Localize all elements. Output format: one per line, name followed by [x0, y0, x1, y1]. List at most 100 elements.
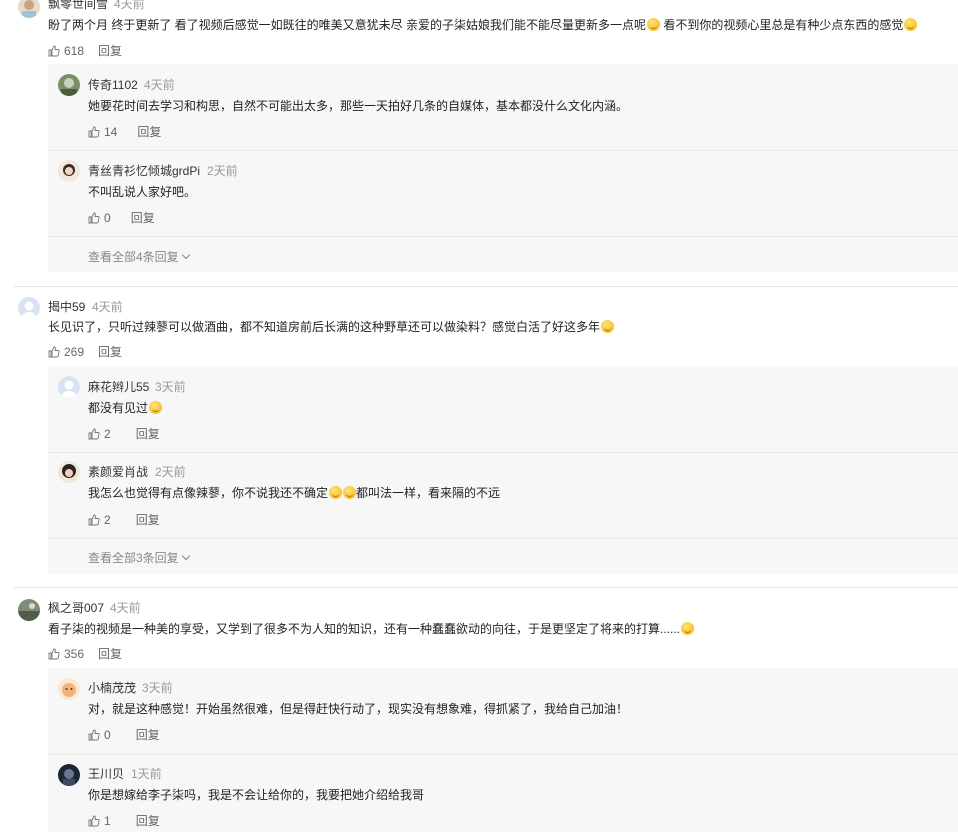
avatar[interactable]	[58, 160, 80, 182]
like-count: 1	[104, 813, 111, 828]
reply-username[interactable]: 素颜爱肖战	[88, 463, 148, 480]
reply-button[interactable]: 回复	[136, 425, 160, 442]
divider	[14, 286, 958, 287]
thumbs-up-icon	[88, 428, 100, 439]
reply-username[interactable]: 传奇1102	[88, 76, 138, 93]
reply-text: 我怎么也觉得有点像辣蓼，你不说我还不确定 都叫法一样，看来隔的不远	[88, 486, 501, 500]
reply-username[interactable]: 小楠茂茂	[88, 679, 136, 696]
like-count: 2	[104, 512, 111, 527]
thumbs-up-icon	[88, 126, 100, 137]
reply-time: 2天前	[155, 465, 186, 479]
avatar[interactable]	[58, 764, 80, 786]
like-button[interactable]: 0	[88, 728, 111, 742]
thumbs-up-icon	[48, 346, 60, 357]
like-button[interactable]: 356	[48, 647, 84, 661]
view-all-replies-link[interactable]: 查看全部3条回复	[88, 549, 190, 566]
like-button[interactable]: 2	[88, 513, 111, 527]
reply-actions: 14 回复	[88, 123, 161, 140]
like-button[interactable]: 14	[88, 125, 117, 139]
divider	[14, 587, 958, 588]
avatar[interactable]	[58, 74, 80, 96]
avatar[interactable]	[58, 376, 80, 398]
like-count: 2	[104, 426, 111, 441]
comment-username[interactable]: 飘零世间雪	[48, 0, 108, 12]
divider	[48, 452, 958, 453]
like-button[interactable]: 618	[48, 44, 84, 58]
reply-button[interactable]: 回复	[136, 511, 160, 528]
comment-username[interactable]: 揭中59	[48, 298, 85, 315]
reply-time: 3天前	[142, 681, 173, 695]
reply-actions: 0 回复	[88, 726, 160, 743]
chevron-down-icon	[181, 250, 190, 260]
reply-time: 1天前	[131, 767, 162, 781]
avatar[interactable]	[58, 461, 80, 483]
thumbs-up-icon	[48, 648, 60, 659]
divider	[48, 538, 958, 539]
avatar[interactable]	[18, 297, 40, 319]
reply-button[interactable]: 回复	[136, 726, 160, 743]
like-count: 0	[104, 210, 111, 225]
avatar[interactable]	[18, 0, 40, 18]
reply-button[interactable]: 回复	[98, 645, 122, 662]
thumbs-up-icon	[88, 212, 100, 223]
laugh-emoji-icon	[601, 320, 615, 333]
like-count: 269	[64, 344, 85, 359]
chevron-down-icon	[181, 551, 190, 561]
thumbs-up-icon	[48, 45, 60, 56]
comment-text: 盼了两个月 终于更新了 看了视频后感觉一如既往的唯美又意犹未尽 亲爱的子柒姑娘我…	[48, 17, 918, 33]
reply-time: 4天前	[144, 78, 175, 92]
reply-button[interactable]: 回复	[98, 343, 122, 360]
avatar[interactable]	[18, 599, 40, 621]
divider	[48, 236, 958, 237]
reply-actions: 0 回复	[88, 209, 155, 226]
thumbs-up-icon	[88, 514, 100, 525]
view-all-replies-link[interactable]: 查看全部4条回复	[88, 248, 190, 265]
laugh-emoji-icon	[647, 18, 661, 31]
reply-button[interactable]: 回复	[98, 42, 122, 59]
reply-time: 2天前	[207, 164, 238, 178]
reply-text: 都没有见过	[88, 400, 163, 416]
reply-actions: 2 回复	[88, 425, 160, 442]
laugh-emoji-icon	[904, 18, 918, 31]
laugh-emoji-icon	[343, 486, 357, 499]
comment-time: 4天前	[114, 0, 145, 11]
reply-text: 你是想嫁给李子柒吗，我是不会让给你的，我要把她介绍给我哥	[88, 788, 425, 802]
like-count: 0	[104, 727, 111, 742]
reply-box: 小楠茂茂 3天前 对，就是这种感觉！开始虽然很难，但是得赶快行动了，现实没有想象…	[48, 668, 958, 832]
comment-text: 看子柒的视频是一种美的享受，又学到了很多不为人知的知识，还有一种蠢蠢欲动的向往，…	[48, 621, 695, 637]
comment-time: 4天前	[110, 601, 141, 615]
like-count: 14	[104, 124, 118, 139]
reply-actions: 2 回复	[88, 511, 160, 528]
like-button[interactable]: 269	[48, 345, 84, 359]
reply-button[interactable]: 回复	[131, 209, 155, 226]
divider	[48, 754, 958, 755]
divider	[48, 150, 958, 151]
thumbs-up-icon	[88, 729, 100, 740]
comment-actions: 618 回复	[48, 42, 122, 59]
avatar[interactable]	[58, 678, 80, 700]
comment-list: 飘零世间雪 4天前 盼了两个月 终于更新了 看了视频后感觉一如既往的唯美又意犹未…	[0, 0, 958, 832]
thumbs-up-icon	[88, 815, 100, 826]
reply-text: 不叫乱说人家好吧。	[88, 185, 197, 199]
reply-button[interactable]: 回复	[136, 812, 160, 829]
laugh-emoji-icon	[329, 486, 343, 499]
laugh-emoji-icon	[149, 401, 163, 414]
reply-actions: 1 回复	[88, 812, 160, 829]
like-button[interactable]: 0	[88, 211, 111, 225]
reply-button[interactable]: 回复	[137, 123, 161, 140]
comment-username[interactable]: 枫之哥007	[48, 599, 104, 616]
reply-text: 她要花时间去学习和构思，自然不可能出太多，那些一天拍好几条的自媒体，基本都没什么…	[88, 99, 629, 113]
reply-text: 对，就是这种感觉！开始虽然很难，但是得赶快行动了，现实没有想象难，得抓紧了，我给…	[88, 702, 629, 716]
like-count: 356	[64, 646, 85, 661]
reply-username[interactable]: 王川贝	[88, 765, 124, 782]
like-button[interactable]: 1	[88, 814, 111, 828]
reply-username[interactable]: 麻花辫儿55	[88, 378, 149, 395]
like-button[interactable]: 2	[88, 427, 111, 441]
like-count: 618	[64, 43, 85, 58]
comment-time: 4天前	[92, 300, 123, 314]
comment-actions: 269 回复	[48, 343, 122, 360]
reply-username[interactable]: 青丝青衫忆倾城grdPi	[88, 162, 200, 179]
reply-box: 麻花辫儿55 3天前 都没有见过 2 回复 素颜爱肖战 2天前 我怎么也觉得有点…	[48, 366, 958, 574]
comment-actions: 356 回复	[48, 645, 122, 662]
smile-emoji-icon	[681, 622, 695, 635]
